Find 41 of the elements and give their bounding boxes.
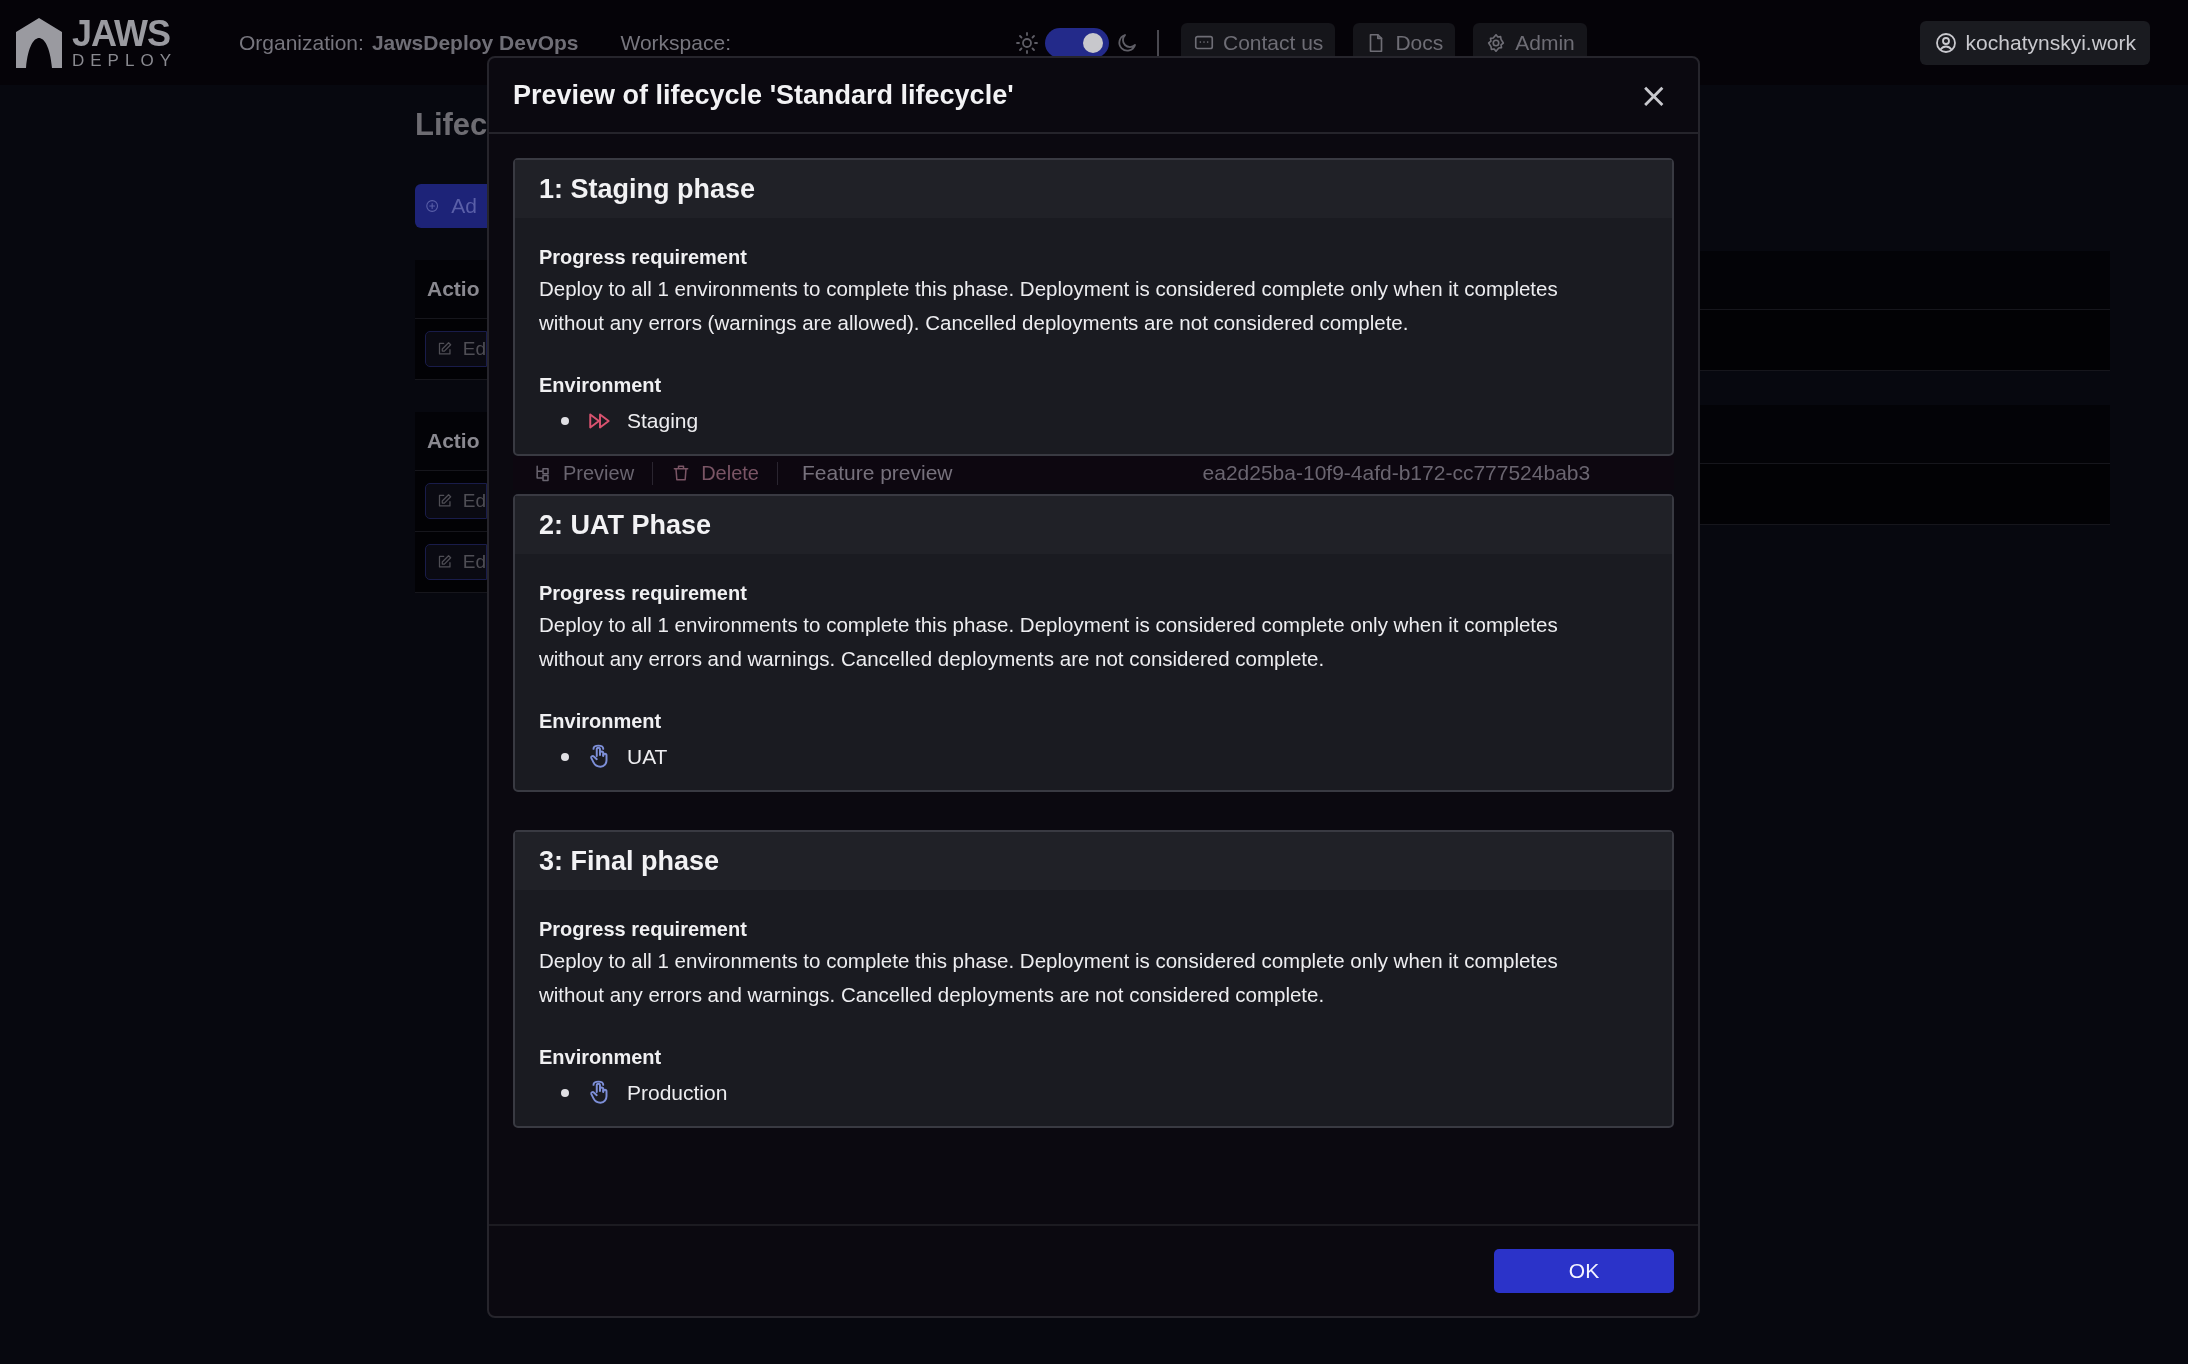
environment-name: UAT <box>627 745 668 769</box>
bullet-icon <box>561 753 569 761</box>
theme-toggle[interactable] <box>1045 27 1109 58</box>
phase-title: 3: Final phase <box>539 845 720 877</box>
section-label: Progress requirement <box>539 581 748 606</box>
delete-link[interactable]: Delete <box>671 461 778 485</box>
environment-name: Staging <box>627 409 699 433</box>
logo-subtext: DEPLOY <box>72 52 177 69</box>
edit-button[interactable]: Ed <box>425 544 487 580</box>
environment-name: Production <box>627 1081 728 1105</box>
sun-icon <box>1015 30 1039 55</box>
add-button[interactable]: Ad <box>415 184 487 228</box>
requirement-text: Deploy to all 1 environments to complete this phase. Deployment is considered complete only when it completes without any errors and warnings. Cancelled deployments are not considered complete. <box>539 948 1559 1008</box>
table-cell: Feature preview <box>801 461 953 485</box>
organization-name[interactable]: JawsDeploy DevOps <box>371 30 579 55</box>
column-heading: Actio <box>427 277 480 301</box>
ok-button[interactable]: OK <box>1494 1249 1674 1293</box>
user-button[interactable]: kochatynskyi.work <box>1919 20 2150 65</box>
section-label: Environment <box>539 709 663 734</box>
edit-button[interactable]: Ed <box>425 331 487 367</box>
requirement-text: Deploy to all 1 environments to complete this phase. Deployment is considered complete only when it completes without any errors and warnings. Cancelled deployments are not considered complete. <box>539 612 1559 672</box>
dialog-title: Preview of lifecycle 'Standard lifecycle' <box>513 79 1014 111</box>
edit-button[interactable]: Ed <box>425 483 487 519</box>
phase-title: 2: UAT Phase <box>539 509 712 541</box>
preview-link[interactable]: Preview <box>533 461 654 485</box>
workspace-label: Workspace: <box>620 30 731 55</box>
section-label: Environment <box>539 1045 663 1070</box>
organization-label: Organization: <box>239 30 364 55</box>
phase-title: 1: Staging phase <box>539 173 756 205</box>
table-cell: ea2d25ba-10f9-4afd-b172-cc777524bab3 <box>1202 461 1591 485</box>
page-title: Lifec <box>415 107 487 144</box>
section-label: Progress requirement <box>539 917 748 942</box>
section-label: Environment <box>539 373 663 398</box>
logo-text: JAWS <box>72 16 172 52</box>
requirement-text: Deploy to all 1 environments to complete this phase. Deployment is considered complete only when it completes without any errors (warnings are allowed). Cancelled deployments are not considered complete. <box>539 276 1559 336</box>
user-icon <box>1933 30 1958 55</box>
section-label: Progress requirement <box>539 245 748 270</box>
bullet-icon <box>561 1089 569 1097</box>
close-button[interactable]: × <box>1633 78 1674 112</box>
column-heading: Actio <box>427 429 480 453</box>
bullet-icon <box>561 417 569 425</box>
